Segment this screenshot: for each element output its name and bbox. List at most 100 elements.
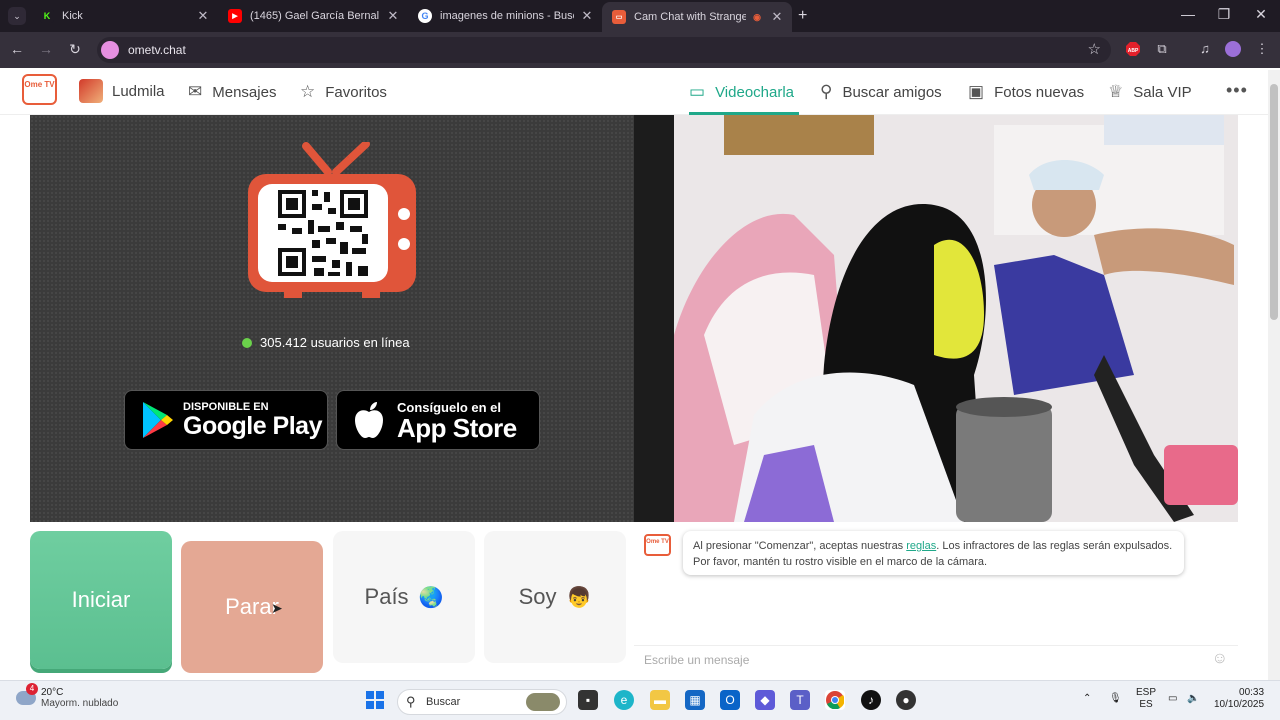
- reload-icon[interactable]: ↻: [66, 41, 84, 58]
- file-explorer-icon[interactable]: ▬: [650, 690, 670, 710]
- tab-ometv[interactable]: ▭ Cam Chat with Strangers o ◉ ✕: [602, 2, 792, 32]
- more-options-icon[interactable]: •••: [1226, 80, 1248, 101]
- browser-toolbar: ← → ↻ ometv.chat ☆ ABP ⧉ ♫ ⋮: [0, 32, 1280, 68]
- photos-icon: ▣: [968, 82, 985, 101]
- tab-title: Cam Chat with Strangers o: [634, 11, 746, 23]
- edge-icon[interactable]: e: [614, 690, 634, 710]
- close-window-icon[interactable]: ✕: [1251, 6, 1271, 23]
- boy-icon: 👦: [566, 586, 592, 609]
- tiktok-icon[interactable]: ♪: [861, 690, 881, 710]
- star-icon: ☆: [300, 82, 316, 101]
- url-text: ometv.chat: [128, 43, 186, 57]
- volume-icon[interactable]: 🔈: [1187, 693, 1199, 705]
- google-play-button[interactable]: DISPONIBLE EN Google Play: [124, 390, 328, 450]
- stop-button[interactable]: Parar: [181, 541, 323, 673]
- forward-icon[interactable]: →: [37, 41, 55, 57]
- close-icon[interactable]: ✕: [386, 8, 400, 24]
- new-photos-label: Fotos nuevas: [994, 83, 1085, 101]
- apple-icon: [355, 402, 383, 438]
- app-store-button[interactable]: Consíguelo en el App Store: [336, 390, 540, 450]
- site-info-icon[interactable]: [101, 41, 119, 59]
- task-view-icon[interactable]: ▪: [578, 690, 598, 710]
- network-icon[interactable]: ▭: [1168, 693, 1177, 705]
- trophy-icon: ♕: [1108, 82, 1124, 101]
- new-photos-tab[interactable]: ▣ Fotos nuevas: [968, 82, 1084, 102]
- avatar: [79, 79, 103, 103]
- gender-select-button[interactable]: Soy 👦: [484, 531, 626, 663]
- profile-avatar-icon[interactable]: [1224, 41, 1242, 60]
- online-dot-icon: [242, 337, 252, 348]
- extensions-icon[interactable]: ⧉: [1153, 41, 1171, 57]
- rules-link[interactable]: reglas: [906, 540, 936, 552]
- tv-qr-illustration: [248, 142, 416, 298]
- recording-icon: ◉: [753, 11, 761, 22]
- show-hidden-icons[interactable]: ⌃: [1083, 693, 1091, 705]
- user-name: Ludmila: [112, 82, 165, 100]
- chat-panel: Ome TV Al presionar "Comenzar", aceptas …: [634, 522, 1238, 673]
- language-indicator[interactable]: ESP ES: [1136, 687, 1156, 711]
- store-icon[interactable]: ▦: [685, 690, 705, 710]
- videochat-label: Videocharla: [715, 83, 795, 101]
- start-label: Iniciar: [71, 587, 131, 612]
- ometv-logo[interactable]: Ome TV: [22, 74, 57, 105]
- back-icon[interactable]: ←: [8, 41, 26, 57]
- country-select-button[interactable]: País 🌏: [333, 531, 475, 663]
- taskbar-search[interactable]: ⚲ Buscar: [397, 689, 567, 715]
- online-count: 305.412 usuarios en línea: [260, 335, 410, 350]
- app-store-big-text: App Store: [397, 412, 517, 443]
- tab-google-search[interactable]: G imagenes de minions - Buscar ✕: [408, 4, 602, 28]
- bookmark-star-icon[interactable]: ☆: [1088, 40, 1101, 58]
- copilot-icon[interactable]: ◆: [755, 690, 775, 710]
- gender-label: Soy: [518, 584, 557, 609]
- partner-video-feed: [634, 115, 1238, 522]
- close-icon[interactable]: ✕: [770, 9, 784, 25]
- close-icon[interactable]: ✕: [196, 8, 210, 24]
- tab-search-button[interactable]: ⌄: [8, 7, 26, 25]
- find-friends-tab[interactable]: ⚲ Buscar amigos: [820, 82, 942, 102]
- microphone-icon[interactable]: 🎙: [1109, 693, 1122, 705]
- tab-kick[interactable]: K Kick ✕: [30, 4, 218, 28]
- chat-message-input[interactable]: Escribe un mensaje ☺: [634, 645, 1238, 673]
- tab-title: imagenes de minions - Buscar: [440, 10, 574, 22]
- google-icon: G: [418, 9, 432, 23]
- app-icon[interactable]: ●: [896, 690, 916, 710]
- google-play-big-text: Google Play: [183, 412, 322, 440]
- ometv-icon: ▭: [612, 10, 626, 24]
- rules-notice-message: Al presionar "Comenzar", aceptas nuestra…: [683, 531, 1184, 575]
- media-control-icon[interactable]: ♫: [1196, 41, 1214, 56]
- svg-text:ABP: ABP: [1128, 48, 1139, 54]
- page-scrollbar[interactable]: [1268, 70, 1280, 680]
- outlook-icon[interactable]: O: [720, 690, 740, 710]
- vip-tab[interactable]: ♕ Sala VIP: [1108, 82, 1192, 102]
- taskbar-search-label: Buscar: [426, 696, 461, 708]
- tab-youtube[interactable]: ▶ (1465) Gael García Bernal, Lucy ✕: [218, 4, 408, 28]
- online-users-status: 305.412 usuarios en línea: [242, 335, 410, 350]
- windows-taskbar: 4 20°C Mayorm. nublado ⚲ Buscar ▪ e ▬ ▦ …: [0, 680, 1280, 720]
- scrollbar-thumb[interactable]: [1270, 84, 1278, 320]
- videochat-tab[interactable]: ▭ Videocharla: [689, 82, 794, 102]
- close-icon[interactable]: ✕: [580, 8, 594, 24]
- envelope-icon: ✉: [188, 82, 203, 101]
- restore-icon[interactable]: ❐: [1214, 6, 1234, 23]
- messages-link[interactable]: ✉ Mensajes: [188, 82, 276, 102]
- start-button[interactable]: Iniciar: [30, 531, 172, 669]
- mouse-pointer-icon: ➤: [271, 600, 283, 616]
- weather-widget[interactable]: 4 20°C Mayorm. nublado: [16, 683, 118, 709]
- country-label: País: [364, 584, 409, 609]
- clock[interactable]: 00:33 10/10/2025: [1214, 687, 1264, 711]
- chrome-icon[interactable]: [825, 690, 845, 710]
- vip-label: Sala VIP: [1133, 83, 1192, 101]
- address-bar[interactable]: ometv.chat ☆: [97, 37, 1111, 63]
- emoji-picker-icon[interactable]: ☺: [1212, 650, 1228, 668]
- youtube-icon: ▶: [228, 9, 242, 23]
- favorites-link[interactable]: ☆ Favoritos: [300, 82, 387, 102]
- browser-menu-icon[interactable]: ⋮: [1253, 41, 1271, 57]
- messages-label: Mensajes: [212, 83, 277, 101]
- adblock-extension-icon[interactable]: ABP: [1124, 41, 1142, 60]
- minimize-icon[interactable]: —: [1178, 6, 1198, 22]
- tv-icon: ▭: [689, 82, 706, 101]
- profile-link[interactable]: Ludmila: [79, 79, 165, 103]
- windows-start-icon[interactable]: [365, 690, 385, 710]
- teams-icon[interactable]: T: [790, 690, 810, 710]
- new-tab-button[interactable]: +: [798, 7, 807, 25]
